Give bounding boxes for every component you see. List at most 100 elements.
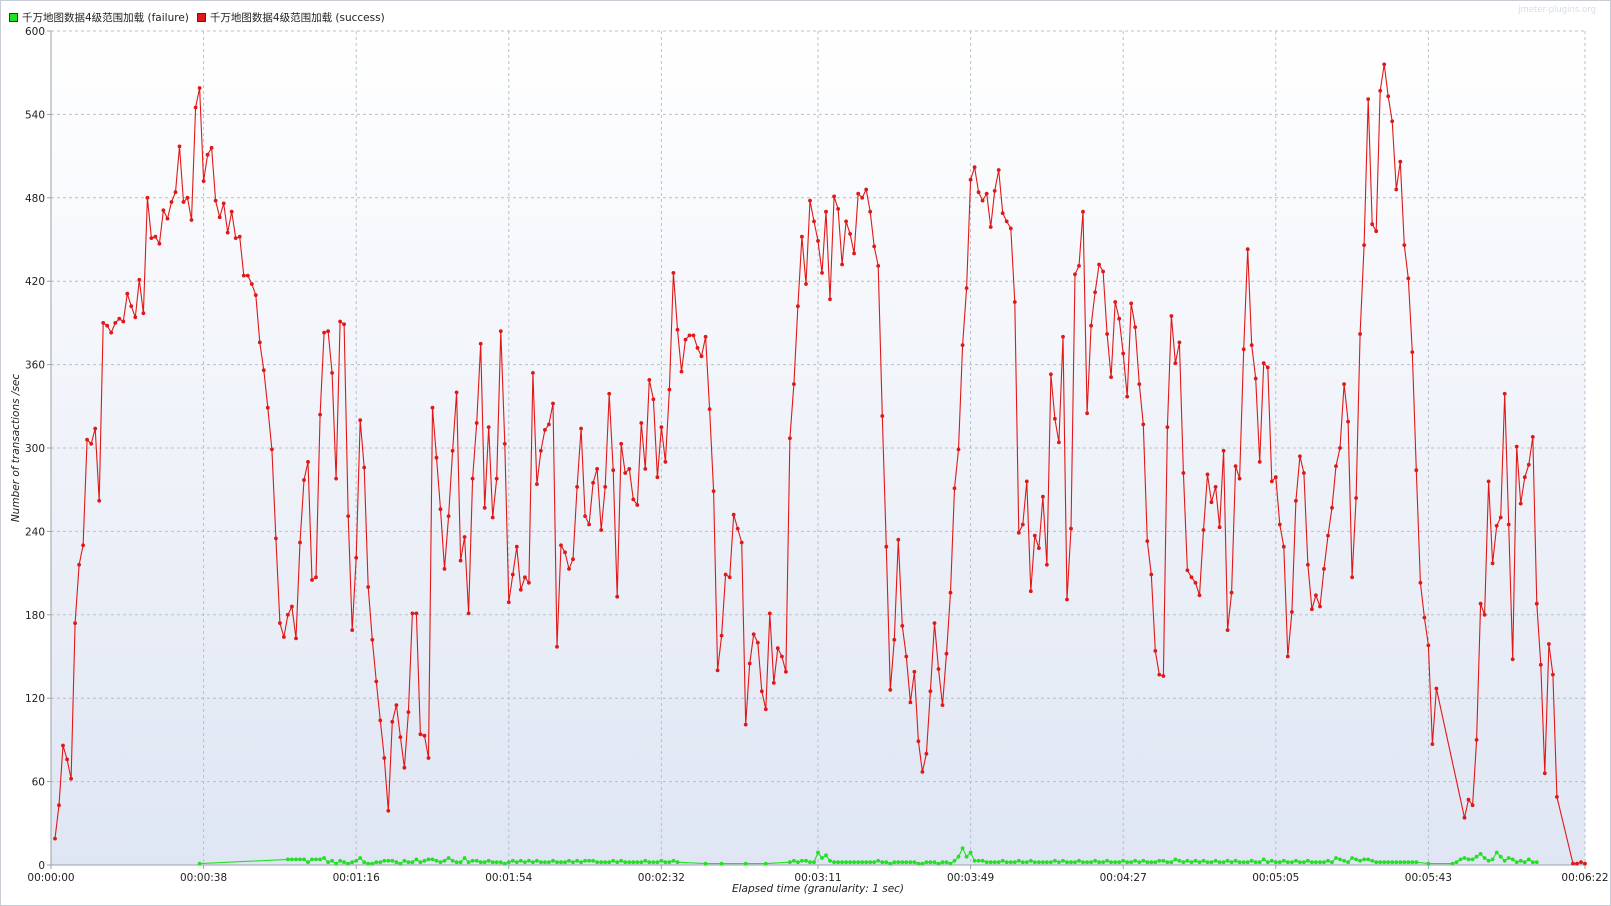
- data-point-failure: [880, 860, 885, 865]
- data-point-failure: [1482, 856, 1487, 860]
- data-point-success: [1024, 479, 1029, 484]
- data-point-failure: [1085, 860, 1089, 865]
- data-point-success: [306, 460, 310, 464]
- data-point-success: [948, 590, 953, 595]
- data-point-success: [1028, 589, 1033, 594]
- x-tick-label: 00:06:22: [1561, 872, 1608, 884]
- data-point-failure: [498, 860, 503, 865]
- data-point-failure: [414, 857, 419, 862]
- data-point-success: [775, 646, 780, 651]
- data-point-failure: [1366, 857, 1371, 862]
- data-point-failure: [523, 860, 527, 865]
- data-point-success: [711, 489, 716, 493]
- data-point-success: [932, 621, 937, 625]
- data-point-success: [1534, 601, 1539, 606]
- data-point-failure: [1028, 858, 1033, 863]
- data-point-failure: [1181, 860, 1186, 865]
- data-point-failure: [398, 861, 403, 866]
- data-point-success: [956, 447, 961, 452]
- data-point-failure: [506, 860, 511, 865]
- data-point-success: [904, 654, 909, 659]
- data-point-failure: [1330, 860, 1334, 865]
- data-point-success: [93, 426, 98, 431]
- data-point-success: [482, 505, 487, 510]
- data-point-failure: [551, 858, 555, 863]
- data-point-success: [85, 437, 89, 442]
- data-point-failure: [1486, 858, 1491, 863]
- data-point-failure: [1024, 860, 1029, 865]
- data-point-success: [988, 225, 993, 229]
- data-point-failure: [944, 860, 949, 865]
- data-point-failure: [1173, 857, 1178, 862]
- data-point-failure: [1169, 860, 1174, 865]
- data-point-success: [1370, 222, 1375, 227]
- data-point-success: [121, 319, 126, 324]
- data-point-success: [808, 198, 812, 203]
- data-point-failure: [1294, 858, 1298, 863]
- data-point-success: [723, 572, 728, 577]
- data-point-failure: [1281, 858, 1286, 863]
- data-point-success: [1510, 657, 1515, 662]
- data-point-success: [639, 421, 644, 425]
- data-point-failure: [912, 860, 917, 865]
- data-point-success: [510, 572, 515, 577]
- data-point-failure: [1518, 858, 1523, 863]
- data-point-failure: [1406, 860, 1411, 865]
- data-point-failure: [197, 861, 202, 866]
- data-point-success: [1410, 350, 1415, 354]
- data-point-success: [450, 448, 455, 453]
- data-point-success: [97, 498, 102, 503]
- data-point-failure: [1462, 856, 1467, 860]
- data-point-failure: [510, 858, 515, 863]
- data-point-success: [1342, 382, 1346, 386]
- data-point-failure: [470, 858, 475, 863]
- data-point-failure: [960, 846, 965, 851]
- data-point-success: [169, 200, 174, 204]
- data-point-failure: [1205, 860, 1210, 865]
- data-point-failure: [1426, 861, 1431, 866]
- data-point-failure: [631, 860, 636, 865]
- data-point-success: [1081, 209, 1085, 214]
- data-point-success: [832, 194, 836, 199]
- data-point-failure: [1526, 857, 1531, 862]
- data-point-failure: [936, 861, 941, 866]
- data-point-success: [253, 293, 258, 297]
- data-point-failure: [1145, 860, 1150, 865]
- data-point-success: [695, 346, 700, 350]
- data-point-success: [964, 286, 969, 290]
- data-point-failure: [1362, 857, 1366, 862]
- data-point-failure: [334, 861, 338, 866]
- data-point-failure: [864, 860, 869, 865]
- data-point-success: [1016, 530, 1021, 535]
- data-point-success: [1189, 575, 1194, 580]
- data-point-success: [1378, 88, 1383, 93]
- data-point-success: [792, 382, 796, 386]
- data-point-failure: [1530, 860, 1535, 865]
- data-point-failure: [494, 860, 499, 865]
- data-point-failure: [330, 858, 334, 863]
- data-point-success: [193, 105, 198, 110]
- data-point-failure: [1053, 858, 1057, 863]
- data-point-success: [627, 467, 632, 471]
- data-point-success: [189, 218, 194, 222]
- data-point-failure: [302, 857, 306, 862]
- data-point-failure: [1117, 860, 1122, 865]
- data-point-failure: [1129, 860, 1134, 865]
- data-point-success: [161, 208, 166, 213]
- data-point-success: [1085, 411, 1089, 416]
- data-point-success: [462, 535, 467, 539]
- x-tick-label: 00:00:00: [27, 872, 74, 884]
- data-point-failure: [1245, 860, 1250, 865]
- y-axis-title: Number of transactions /sec: [10, 374, 22, 523]
- data-point-success: [177, 144, 182, 149]
- data-point-failure: [587, 858, 591, 863]
- data-point-failure: [466, 860, 471, 865]
- data-point-failure: [1209, 860, 1214, 865]
- data-point-success: [751, 632, 756, 637]
- data-point-success: [1518, 501, 1523, 506]
- data-point-success: [374, 679, 379, 684]
- data-point-failure: [964, 854, 969, 859]
- data-point-success: [165, 216, 170, 221]
- y-tick-label: 120: [25, 693, 45, 705]
- data-point-success: [1547, 642, 1551, 646]
